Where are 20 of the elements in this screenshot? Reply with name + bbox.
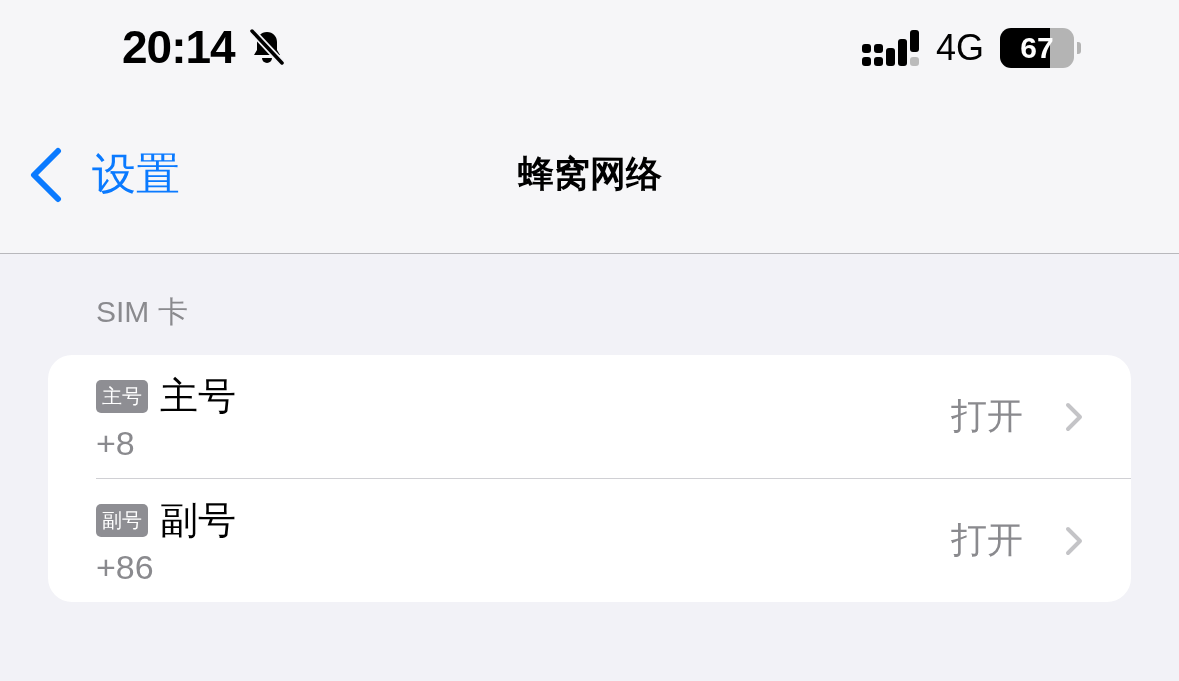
chevron-right-icon: [1065, 525, 1083, 556]
sim-label-badge: 主号: [96, 379, 148, 413]
sim-title: 副号: [160, 497, 236, 543]
sim-title: 主号: [160, 373, 236, 419]
phone-number: +86: [96, 547, 155, 587]
status-value: 打开: [951, 518, 1023, 562]
chevron-right-icon: [1065, 401, 1083, 432]
chevron-left-icon: [28, 146, 62, 203]
sim-row[interactable]: 主号 主号 +8 打开: [48, 355, 1131, 478]
sim-label-badge: 副号: [96, 503, 148, 537]
status-value: 打开: [951, 394, 1023, 438]
signal-icon: [861, 30, 920, 66]
back-button[interactable]: 设置: [28, 145, 180, 204]
page-title: 蜂窝网络: [517, 152, 662, 196]
back-label[interactable]: 设置: [92, 145, 180, 204]
clock-time: 20:14: [122, 20, 235, 74]
section-header: SIM 卡: [95, 294, 189, 330]
phone-number: +8: [96, 423, 136, 463]
network-type: 4G: [935, 27, 984, 69]
sim-row[interactable]: 副号 副号 +86 打开: [96, 478, 1131, 602]
